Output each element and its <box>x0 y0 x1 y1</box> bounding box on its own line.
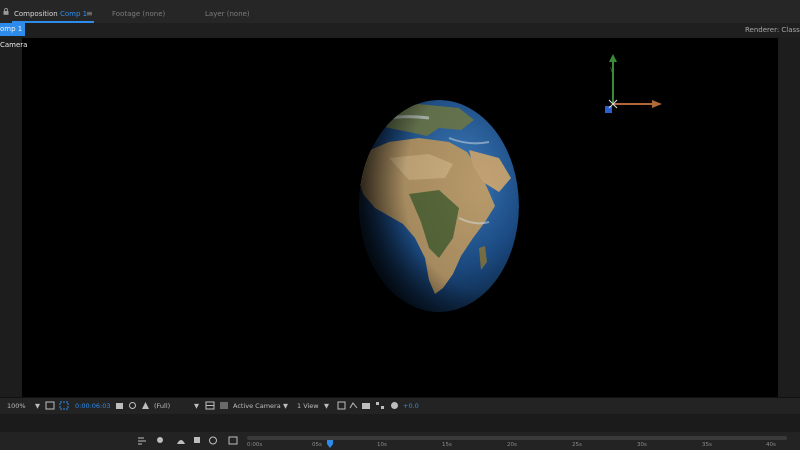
resolution-chevron-down-icon[interactable]: ▼ <box>194 402 199 410</box>
earth-globe[interactable] <box>349 98 521 316</box>
exposure-value[interactable]: +0.0 <box>403 402 419 410</box>
frame-blending-icon[interactable] <box>193 436 203 445</box>
zoom-chevron-down-icon[interactable]: ▼ <box>35 402 40 410</box>
time-tick-label: 10s <box>377 442 387 448</box>
exposure-reset-icon[interactable] <box>390 401 399 410</box>
time-tick-label: 25s <box>572 442 582 448</box>
shy-layers-icon[interactable] <box>176 436 186 445</box>
snapshot-camera-icon[interactable] <box>115 401 124 410</box>
camera-view-label: Camera <box>0 41 28 49</box>
safe-zones-icon[interactable] <box>59 401 69 410</box>
time-tick-label: 0:00s <box>247 442 263 448</box>
layout-chevron-down-icon[interactable]: ▼ <box>324 402 329 410</box>
tab-composition[interactable]: Composition Comp 1 <box>14 10 87 18</box>
time-tick-label: 15s <box>442 442 452 448</box>
time-tick-label: 05s <box>312 442 322 448</box>
camera-chevron-down-icon[interactable]: ▼ <box>283 402 288 410</box>
view-layout-dropdown[interactable]: 1 View <box>297 402 319 410</box>
toggle-pixel-aspect-icon[interactable] <box>337 401 346 410</box>
motion-blur-icon[interactable] <box>208 436 218 445</box>
transparency-grid-icon[interactable] <box>219 401 229 410</box>
panel-menu-icon[interactable]: ≡ <box>86 9 93 18</box>
time-tick-label: 35s <box>702 442 712 448</box>
comp-navigator-tab[interactable]: omp 1 <box>0 23 26 36</box>
tab-layer[interactable]: Layer (none) <box>205 10 250 18</box>
current-time-display[interactable]: 0:00:06:03 <box>75 402 111 410</box>
3d-axis-gizmo-icon[interactable]: Y <box>598 52 668 118</box>
graph-editor-icon[interactable] <box>228 436 238 445</box>
tab-composition-label: Composition <box>14 10 58 18</box>
timeline-ruler-area <box>0 432 800 450</box>
lock-icon[interactable] <box>3 8 9 15</box>
tab-composition-name: Comp 1 <box>59 10 88 18</box>
current-time-indicator[interactable] <box>327 440 333 448</box>
timeline-icon[interactable] <box>361 401 371 410</box>
active-camera-dropdown[interactable]: Active Camera <box>233 402 281 410</box>
channel-icon[interactable] <box>141 401 150 410</box>
renderer-label[interactable]: Renderer: Classic <box>745 26 800 34</box>
comp-mini-flowchart-icon[interactable] <box>137 436 147 445</box>
region-of-interest-icon[interactable] <box>205 401 215 410</box>
flowchart-icon[interactable] <box>375 401 385 410</box>
show-snapshot-icon[interactable] <box>128 401 137 410</box>
time-tick-label: 40s <box>766 442 776 448</box>
resolution-dropdown[interactable]: (Full) <box>154 402 170 410</box>
timeline-header <box>0 414 800 432</box>
fit-frame-icon[interactable] <box>45 401 55 410</box>
zoom-dropdown[interactable]: 100% <box>7 402 26 410</box>
tab-footage[interactable]: Footage (none) <box>112 10 165 18</box>
time-tick-label: 20s <box>507 442 517 448</box>
composition-navigator-bar <box>0 23 800 37</box>
draft-3d-icon[interactable] <box>156 436 166 445</box>
time-tick-label: 30s <box>637 442 647 448</box>
fast-previews-icon[interactable] <box>349 401 358 410</box>
svg-text:Y: Y <box>609 67 614 74</box>
